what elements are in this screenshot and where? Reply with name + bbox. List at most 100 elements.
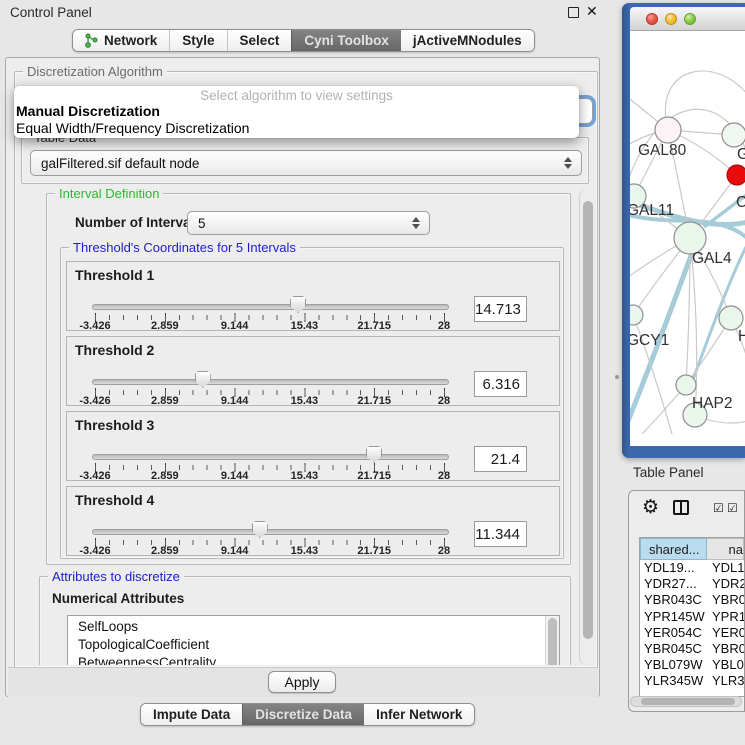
node-label-gal4: GAL4 <box>692 250 732 267</box>
panel-scrollbar-thumb[interactable] <box>583 201 593 639</box>
threshold-2-label: Threshold 2 <box>75 342 154 358</box>
cyni-toolbox-panel: Discretization Algorithm Select algorith… <box>5 57 600 697</box>
threshold-1-slider-thumb[interactable] <box>290 296 306 313</box>
table-data-value: galFiltered.sif default node <box>31 156 199 171</box>
tab-infer-network[interactable]: Infer Network <box>364 704 474 725</box>
settings-scroll-area: Interval Definition Number of Intervals … <box>16 189 576 665</box>
split-columns-icon[interactable] <box>673 500 689 515</box>
threshold-1-slider-track[interactable] <box>92 304 449 310</box>
table-data-combobox[interactable]: galFiltered.sif default node <box>30 150 582 176</box>
threshold-3-slider-thumb[interactable] <box>366 446 382 463</box>
close-traffic-light-icon[interactable] <box>646 13 658 25</box>
table-row[interactable]: YDR27...YDR2 <box>640 576 744 592</box>
attributes-group-title: Attributes to discretize <box>48 569 184 584</box>
table-panel-window: ⚙ ☑ ☑ shared... na YDL19...YDL1 YDR27...… <box>628 490 745 712</box>
network-window-titlebar[interactable] <box>630 7 745 31</box>
threshold-2-slider-track[interactable] <box>92 379 449 385</box>
list-item[interactable]: BetweennessCentrality <box>68 654 559 665</box>
network-canvas[interactable]: GAL80 G. C GAL11 GAL4 GCY1 H HAP2 <box>630 31 745 446</box>
tab-network[interactable]: Network <box>73 30 169 51</box>
minimize-traffic-light-icon[interactable] <box>665 13 677 25</box>
table-body: YDL19...YDL1 YDR27...YDR2 YBR043CYBR0 YP… <box>640 560 744 686</box>
column-header-name[interactable]: na <box>707 538 744 560</box>
number-of-intervals-combobox[interactable]: 5 <box>187 211 430 235</box>
dropdown-option-equal-width[interactable]: Equal Width/Frequency Discretization <box>14 120 579 137</box>
table-row[interactable]: YLR345WYLR3 <box>640 673 744 686</box>
float-window-icon[interactable] <box>568 7 579 18</box>
numerical-attributes-label: Numerical Attributes <box>52 591 184 606</box>
numerical-attributes-list[interactable]: SelfLoops TopologicalCoefficient Between… <box>67 615 560 665</box>
tab-discretize-data[interactable]: Discretize Data <box>242 704 364 725</box>
list-scrollbar[interactable] <box>545 616 559 665</box>
table-data-group: Table Data galFiltered.sif default node <box>21 137 589 184</box>
threshold-4-value-field[interactable]: 11.344 <box>474 521 527 547</box>
slider-tick-labels: -3.4262.8599.14415.4321.71528 <box>95 470 444 482</box>
threshold-4-panel: Threshold 4 -3.4262.8599.14415.4321.7152… <box>66 486 560 556</box>
network-icon <box>85 33 98 48</box>
table-panel-title: Table Panel <box>633 465 704 480</box>
list-item[interactable]: SelfLoops <box>68 616 559 636</box>
thresholds-group-title: Threshold's Coordinates for 5 Intervals <box>69 240 300 255</box>
threshold-2-value-field[interactable]: 6.316 <box>474 371 527 397</box>
threshold-3-slider-track[interactable] <box>92 454 449 460</box>
slider-tick-labels: -3.4262.8599.14415.4321.71528 <box>95 320 444 332</box>
table-row[interactable]: YDL19...YDL1 <box>640 560 744 576</box>
table-row[interactable]: YPR145WYPR1 <box>640 609 744 625</box>
network-view-window[interactable]: GAL80 G. C GAL11 GAL4 GCY1 H HAP2 <box>622 3 745 458</box>
threshold-2-slider-thumb[interactable] <box>195 371 211 388</box>
tab-style[interactable]: Style <box>169 30 226 51</box>
dropdown-option-manual[interactable]: Manual Discretization <box>14 103 579 120</box>
zoom-traffic-light-icon[interactable] <box>684 13 696 25</box>
threshold-1-label: Threshold 1 <box>75 267 154 283</box>
panel-scrollbar[interactable] <box>579 189 595 665</box>
threshold-4-label: Threshold 4 <box>75 492 154 508</box>
tab-cyni-toolbox[interactable]: Cyni Toolbox <box>291 30 401 51</box>
threshold-3-panel: Threshold 3 -3.4262.8599.14415.4321.7152… <box>66 411 560 481</box>
node-gal80 <box>655 117 681 143</box>
table-row[interactable]: YBR045CYBR0 <box>640 641 744 657</box>
table-row[interactable]: YBR043CYBR0 <box>640 592 744 608</box>
checkbox-icon[interactable]: ☑ <box>727 501 738 515</box>
node-attribute-table[interactable]: shared... na YDL19...YDL1 YDR27...YDR2 Y… <box>639 537 744 697</box>
cyni-mode-tabs: Impute Data Discretize Data Infer Networ… <box>140 703 475 726</box>
threshold-1-panel: Threshold 1 -3.4262.8599.14415.4321.7152… <box>66 261 560 331</box>
threshold-2-panel: Threshold 2 -3.4262.8599.14415.4321.7152… <box>66 336 560 406</box>
table-horizontal-scrollbar[interactable] <box>630 696 742 707</box>
slider-tick-labels: -3.4262.8599.14415.4321.71528 <box>95 545 444 557</box>
panel-divider-grip[interactable] <box>615 375 619 379</box>
number-of-intervals-label: Number of Intervals <box>75 215 202 230</box>
threshold-3-value-field[interactable]: 21.4 <box>474 446 527 472</box>
column-header-shared-name[interactable]: shared... <box>640 538 707 560</box>
node-label-hap2: HAP2 <box>692 395 733 412</box>
control-panel-tabs: Network Style Select Cyni Toolbox jActiv… <box>72 29 535 52</box>
interval-definition-title: Interval Definition <box>55 189 163 201</box>
close-icon[interactable]: ✕ <box>586 3 598 20</box>
tab-jactivemnodules[interactable]: jActiveMNodules <box>401 30 534 51</box>
checkbox-icon[interactable]: ☑ <box>713 501 724 515</box>
tab-impute-data[interactable]: Impute Data <box>141 704 242 725</box>
threshold-4-slider-thumb[interactable] <box>252 521 268 538</box>
number-of-intervals-value: 5 <box>188 216 206 231</box>
tab-network-label: Network <box>104 33 157 48</box>
table-scrollbar-thumb[interactable] <box>641 698 735 705</box>
gear-icon[interactable]: ⚙ <box>642 496 659 519</box>
interval-definition-group: Interval Definition Number of Intervals … <box>46 193 571 565</box>
table-row[interactable]: YBL079WYBL0 <box>640 657 744 673</box>
node-label-partial-g: G. <box>737 146 745 163</box>
control-panel-titlebar: Control Panel ✕ <box>0 0 620 26</box>
dropdown-placeholder-option[interactable]: Select algorithm to view settings <box>14 86 579 103</box>
table-row[interactable]: YER054CYER0 <box>640 625 744 641</box>
list-item[interactable]: TopologicalCoefficient <box>68 636 559 654</box>
discretization-algorithm-title: Discretization Algorithm <box>23 64 167 79</box>
apply-button[interactable]: Apply <box>268 671 336 693</box>
node-gcy1 <box>630 305 643 325</box>
control-panel-title: Control Panel <box>10 5 92 20</box>
threshold-4-slider-track[interactable] <box>92 529 449 535</box>
node-label-gcy1: GCY1 <box>630 332 669 349</box>
algorithm-dropdown-popup: Select algorithm to view settings Manual… <box>14 86 579 138</box>
combo-stepper-icon <box>410 212 422 234</box>
node-label-gal11: GAL11 <box>630 202 674 219</box>
node-unlabeled <box>719 306 743 330</box>
tab-select[interactable]: Select <box>227 30 292 51</box>
threshold-1-value-field[interactable]: 14.713 <box>474 296 527 322</box>
